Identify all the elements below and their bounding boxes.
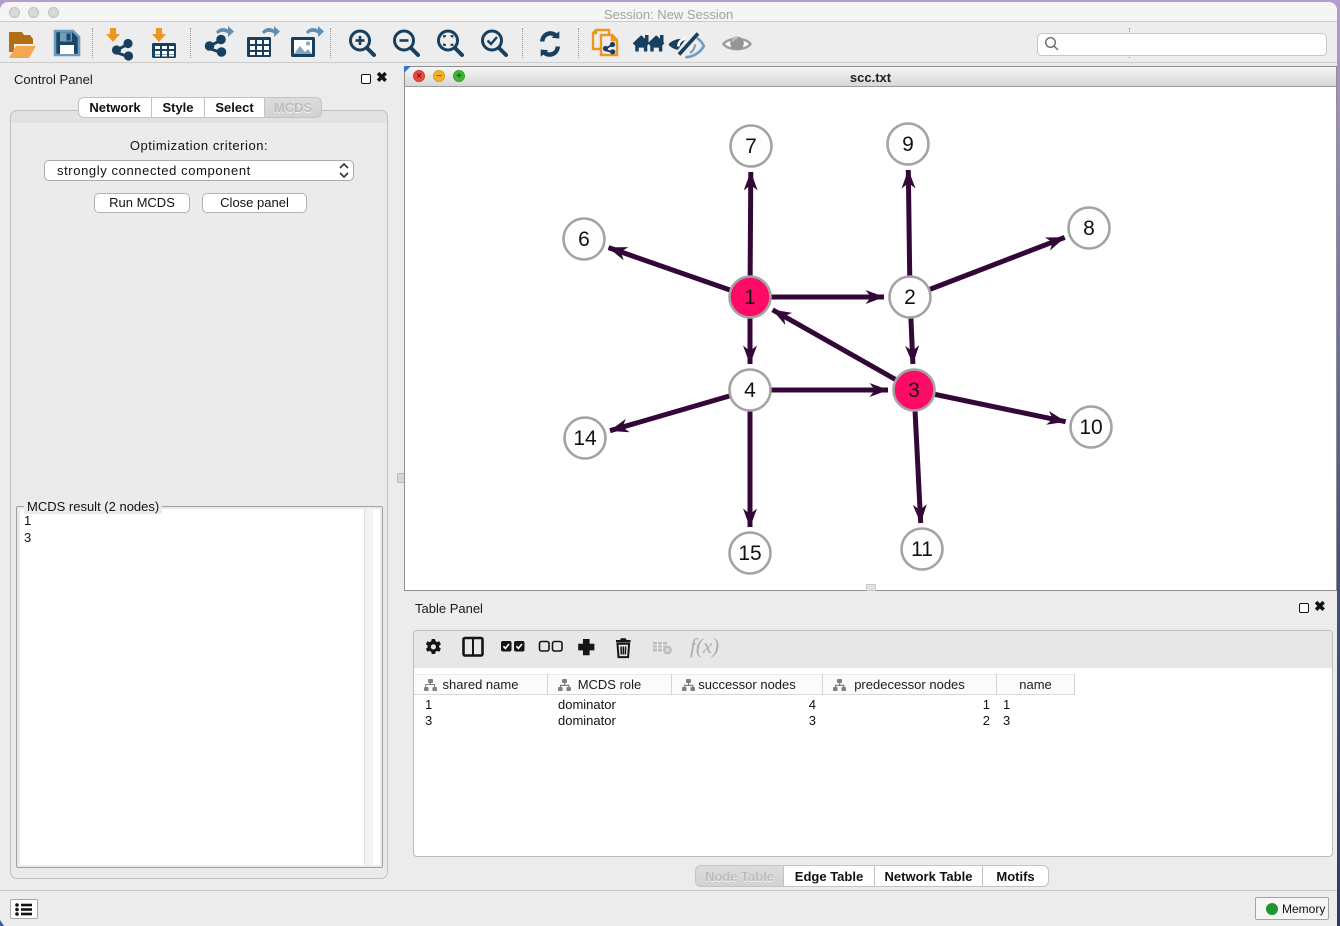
svg-text:10: 10 bbox=[1079, 416, 1102, 439]
svg-text:4: 4 bbox=[744, 379, 756, 402]
svg-text:2: 2 bbox=[904, 286, 916, 309]
svg-text:11: 11 bbox=[911, 538, 933, 561]
svg-text:15: 15 bbox=[738, 542, 761, 565]
svg-text:3: 3 bbox=[908, 379, 920, 402]
svg-text:6: 6 bbox=[578, 228, 590, 251]
svg-text:7: 7 bbox=[745, 135, 757, 158]
svg-text:9: 9 bbox=[902, 133, 914, 156]
svg-text:1: 1 bbox=[744, 286, 756, 309]
svg-text:8: 8 bbox=[1083, 217, 1095, 240]
svg-text:f(x): f(x) bbox=[690, 634, 719, 658]
svg-text:14: 14 bbox=[573, 427, 597, 450]
